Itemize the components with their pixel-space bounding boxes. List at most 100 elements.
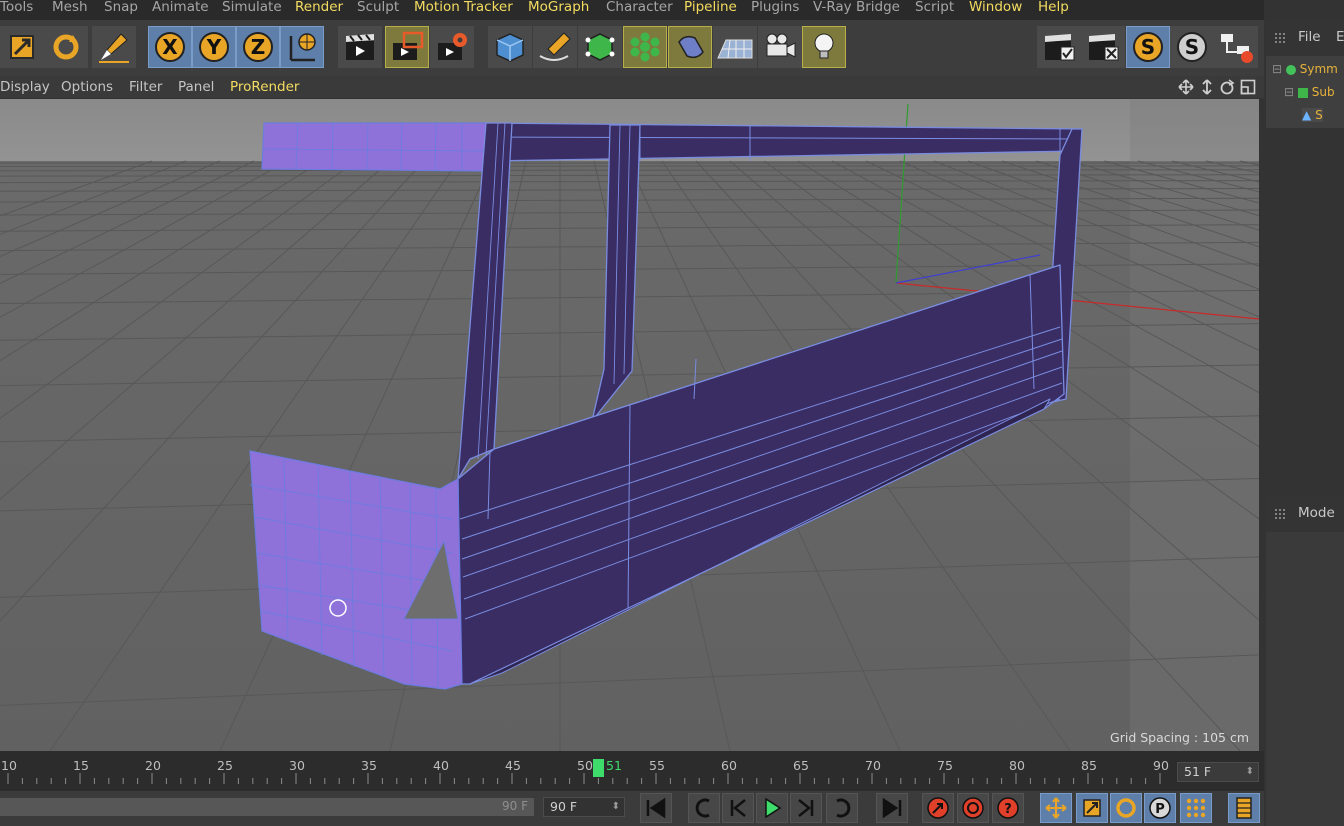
- menu-mesh[interactable]: Mesh: [52, 0, 88, 16]
- paint-tool-button[interactable]: [92, 26, 136, 68]
- render-settings-button[interactable]: [430, 26, 474, 68]
- frame-range-slider[interactable]: 90 F: [0, 798, 534, 816]
- go-to-start-button[interactable]: [640, 793, 672, 823]
- cube-object-button[interactable]: [488, 26, 532, 68]
- object-manager-panel: File E ⊟ Symm ⊟ Sub ▲ S Mode: [1266, 20, 1344, 826]
- render-region-button[interactable]: [385, 26, 429, 68]
- light-bulb-icon: [814, 33, 834, 59]
- record-keys-button[interactable]: [922, 793, 954, 823]
- hierarchy-button[interactable]: [1214, 26, 1258, 68]
- panel-grip-icon[interactable]: [1274, 508, 1286, 520]
- menu-snap[interactable]: Snap: [104, 0, 138, 16]
- viewport-menu-prorender[interactable]: ProRender: [230, 79, 299, 95]
- menu-plugins[interactable]: Plugins: [751, 0, 799, 16]
- step-back-icon: [730, 799, 746, 817]
- cloner-button[interactable]: [623, 26, 667, 68]
- viewport-menu-options[interactable]: Options: [61, 79, 113, 95]
- next-keyframe-button[interactable]: [826, 793, 858, 823]
- svg-text:Y: Y: [206, 35, 222, 59]
- stepper-arrows-icon[interactable]: ⬍: [1246, 763, 1254, 781]
- timeline-playhead[interactable]: [593, 759, 604, 777]
- menu-help[interactable]: Help: [1038, 0, 1069, 16]
- menu-window[interactable]: Window: [969, 0, 1022, 16]
- svg-text:X: X: [162, 35, 178, 59]
- record-key-icon: [927, 797, 949, 819]
- timeline-tick-label: 20: [145, 758, 161, 773]
- viewport-menu-filter[interactable]: Filter: [129, 79, 162, 95]
- current-frame-field[interactable]: 51 F ⬍: [1177, 762, 1259, 782]
- menu-character[interactable]: Character: [606, 0, 673, 16]
- tree-expander-icon[interactable]: ⊟: [1272, 62, 1282, 76]
- deformer-button[interactable]: [668, 26, 712, 68]
- keyframe-selection-button[interactable]: ?: [992, 793, 1024, 823]
- x-axis-lock-button[interactable]: X: [148, 26, 192, 68]
- snap-s-gray-button[interactable]: S: [1170, 26, 1214, 68]
- previous-keyframe-button[interactable]: [688, 793, 720, 823]
- menu-motion-tracker[interactable]: Motion Tracker: [414, 0, 513, 16]
- menu-pipeline[interactable]: Pipeline: [684, 0, 737, 16]
- stepper-arrows-icon[interactable]: ⬍: [612, 798, 620, 816]
- z-axis-icon: Z: [243, 32, 273, 62]
- timeline-tick-label: 80: [1009, 758, 1025, 773]
- object-row-polygon[interactable]: ▲ S: [1302, 108, 1323, 122]
- rotation-track-button[interactable]: [1110, 793, 1142, 823]
- object-list-empty-area[interactable]: [1266, 128, 1344, 498]
- pen-spline-button[interactable]: [533, 26, 577, 68]
- timeline-ruler[interactable]: 10 15 20 25 30 35 40 45 50 55 60 65 70 75 80 85 90 51 51…: [0, 751, 1264, 791]
- zoom-view-icon[interactable]: [1199, 79, 1215, 95]
- menu-v-ray-bridge[interactable]: V-Ray Bridge: [813, 0, 900, 16]
- move-arrows-icon: [1045, 797, 1067, 819]
- panel-grip-icon[interactable]: [1274, 32, 1286, 44]
- rotate-tool-button[interactable]: [44, 26, 88, 68]
- timeline-tick-label: 70: [865, 758, 881, 773]
- go-to-end-button[interactable]: [876, 793, 908, 823]
- render-cancel-button[interactable]: [1081, 26, 1125, 68]
- s-gray-icon: S: [1177, 32, 1207, 62]
- menu-sculpt[interactable]: Sculpt: [357, 0, 399, 16]
- position-track-button[interactable]: [1040, 793, 1072, 823]
- menu-script[interactable]: Script: [915, 0, 954, 16]
- tree-expander-icon[interactable]: ⊟: [1284, 85, 1294, 99]
- orbit-view-icon[interactable]: [1219, 79, 1235, 95]
- previous-frame-button[interactable]: [722, 793, 754, 823]
- viewport-menu-panel[interactable]: Panel: [178, 79, 214, 95]
- timeline-tick-label: 60: [721, 758, 737, 773]
- play-forward-button[interactable]: [756, 793, 788, 823]
- object-row-symmetry[interactable]: ⊟ Symm: [1272, 62, 1338, 76]
- menu-simulate[interactable]: Simulate: [222, 0, 282, 16]
- grid-spacing-label: Grid Spacing : 105 cm: [1110, 730, 1249, 745]
- render-view-button[interactable]: [338, 26, 382, 68]
- camera-object-button[interactable]: [758, 26, 802, 68]
- object-menu-file[interactable]: File: [1298, 29, 1321, 45]
- viewport-menu-display[interactable]: Display: [0, 79, 50, 95]
- rotation-track-icon: [1116, 798, 1136, 818]
- timeline-window-button[interactable]: [1228, 793, 1260, 823]
- menu-tools[interactable]: Tools: [0, 0, 33, 16]
- scale-tool-button[interactable]: [0, 26, 44, 68]
- 3d-viewport[interactable]: Grid Spacing : 105 cm: [0, 99, 1259, 751]
- menu-render[interactable]: Render: [295, 0, 343, 16]
- render-queue-button[interactable]: [1037, 26, 1081, 68]
- coordinate-system-button[interactable]: [280, 26, 324, 68]
- floor-object-button[interactable]: [713, 26, 757, 68]
- end-frame-field[interactable]: 90 F ⬍: [543, 797, 625, 817]
- autokey-button[interactable]: [957, 793, 989, 823]
- maximize-view-icon[interactable]: [1240, 79, 1256, 95]
- light-object-button[interactable]: [802, 26, 846, 68]
- pan-view-icon[interactable]: [1178, 79, 1194, 95]
- subdivision-surface-button[interactable]: [578, 26, 622, 68]
- object-row-subdivision[interactable]: ⊟ Sub: [1284, 85, 1335, 99]
- snap-s-button[interactable]: S: [1126, 26, 1170, 68]
- scale-track-button[interactable]: [1076, 793, 1108, 823]
- next-frame-button[interactable]: [790, 793, 822, 823]
- menu-mograph[interactable]: MoGraph: [528, 0, 589, 16]
- pen-icon: [539, 32, 571, 61]
- next-key-icon: [836, 798, 851, 818]
- parameter-track-button[interactable]: P: [1144, 793, 1176, 823]
- point-level-anim-button[interactable]: [1180, 793, 1212, 823]
- object-menu-edit[interactable]: E: [1336, 29, 1344, 45]
- attributes-menu-mode[interactable]: Mode: [1298, 505, 1335, 521]
- z-axis-lock-button[interactable]: Z: [236, 26, 280, 68]
- y-axis-lock-button[interactable]: Y: [192, 26, 236, 68]
- menu-animate[interactable]: Animate: [152, 0, 209, 16]
